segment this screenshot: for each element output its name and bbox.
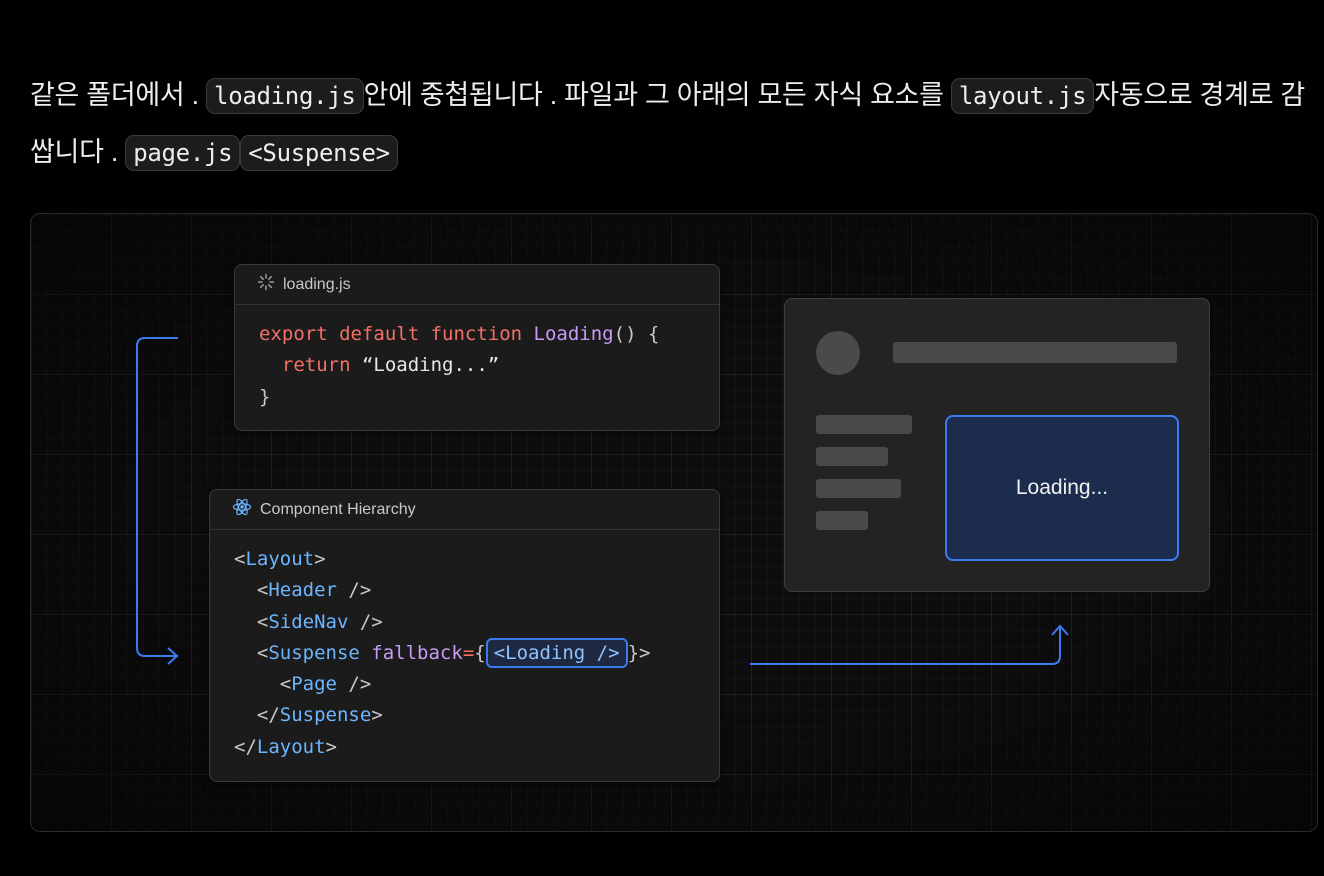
- code-line: return “Loading...”: [259, 350, 719, 381]
- avatar-placeholder: [816, 331, 860, 375]
- code-line: export default function Loading() {: [259, 319, 719, 350]
- code-line: <Suspense fallback={<Loading />}>: [234, 637, 719, 669]
- loading-fallback-box: Loading...: [945, 415, 1179, 561]
- hierarchy-card-title: Component Hierarchy: [260, 500, 416, 518]
- code-line: <Layout>: [234, 544, 719, 575]
- code-token: <: [256, 641, 269, 664]
- loading-card-header: loading.js: [235, 265, 719, 305]
- sidenav-item-placeholder: [816, 415, 912, 434]
- code-token: <: [234, 548, 246, 570]
- code-token: <: [279, 673, 292, 696]
- code-line: <Header />: [234, 575, 719, 606]
- code-token: () {: [613, 323, 660, 345]
- code-token: Suspense: [268, 641, 372, 664]
- code-token: Loading: [533, 323, 614, 345]
- code-line: <SideNav />: [234, 607, 719, 638]
- code-line: </Suspense>: [234, 700, 719, 731]
- hierarchy-code-block: <Layout> <Header /> <SideNav /> <Suspens…: [210, 530, 719, 763]
- spinner-icon: [257, 273, 275, 296]
- right-flow-arrow: [750, 627, 1061, 665]
- component-hierarchy-card: Component Hierarchy <Layout> <Header /> …: [209, 489, 720, 782]
- code-token: />: [348, 610, 383, 633]
- header-bar-placeholder: [893, 342, 1177, 363]
- code-token: />: [336, 579, 372, 602]
- left-bracket-arrow: [136, 337, 178, 657]
- code-line: </Layout>: [234, 732, 719, 763]
- code-token: <: [256, 610, 269, 633]
- code-token: </: [234, 735, 257, 758]
- code-token: Suspense: [279, 704, 372, 727]
- code-token: return: [281, 354, 362, 377]
- browser-preview: Loading...: [784, 298, 1210, 592]
- code-token: Layout: [245, 548, 315, 570]
- code-token: Layout: [256, 735, 326, 758]
- code-token: }: [259, 385, 271, 408]
- loading-fallback-text: Loading...: [1015, 476, 1109, 499]
- sidenav-item-placeholder: [816, 511, 868, 530]
- code-token: <: [256, 579, 269, 602]
- code-token: “Loading...”: [361, 354, 500, 377]
- loading-js-card: loading.js export default function Loadi…: [234, 264, 720, 431]
- code-token: {: [474, 641, 486, 664]
- hierarchy-card-header: Component Hierarchy: [210, 490, 719, 530]
- code-token: SideNav: [268, 610, 349, 633]
- loading-code-block: export default function Loading() { retu…: [235, 305, 719, 413]
- code-token: </: [256, 704, 280, 727]
- loading-card-title: loading.js: [283, 275, 351, 293]
- sidenav-item-placeholder: [816, 447, 888, 466]
- code-token: fallback: [371, 641, 463, 664]
- code-line: }: [259, 382, 719, 413]
- code-token: export default function: [259, 323, 534, 345]
- sidenav-item-placeholder: [816, 479, 901, 498]
- code-token: />: [336, 673, 372, 696]
- react-icon: [232, 497, 252, 522]
- code-token: >: [314, 548, 326, 570]
- code-token: =: [462, 641, 475, 664]
- code-token: Page: [291, 673, 337, 696]
- code-token: Header: [268, 579, 337, 602]
- code-token: >: [325, 735, 337, 758]
- code-line: <Page />: [234, 669, 719, 700]
- highlighted-fallback: <Loading />: [485, 637, 628, 668]
- code-token: >: [371, 704, 383, 727]
- code-token: }>: [627, 641, 651, 664]
